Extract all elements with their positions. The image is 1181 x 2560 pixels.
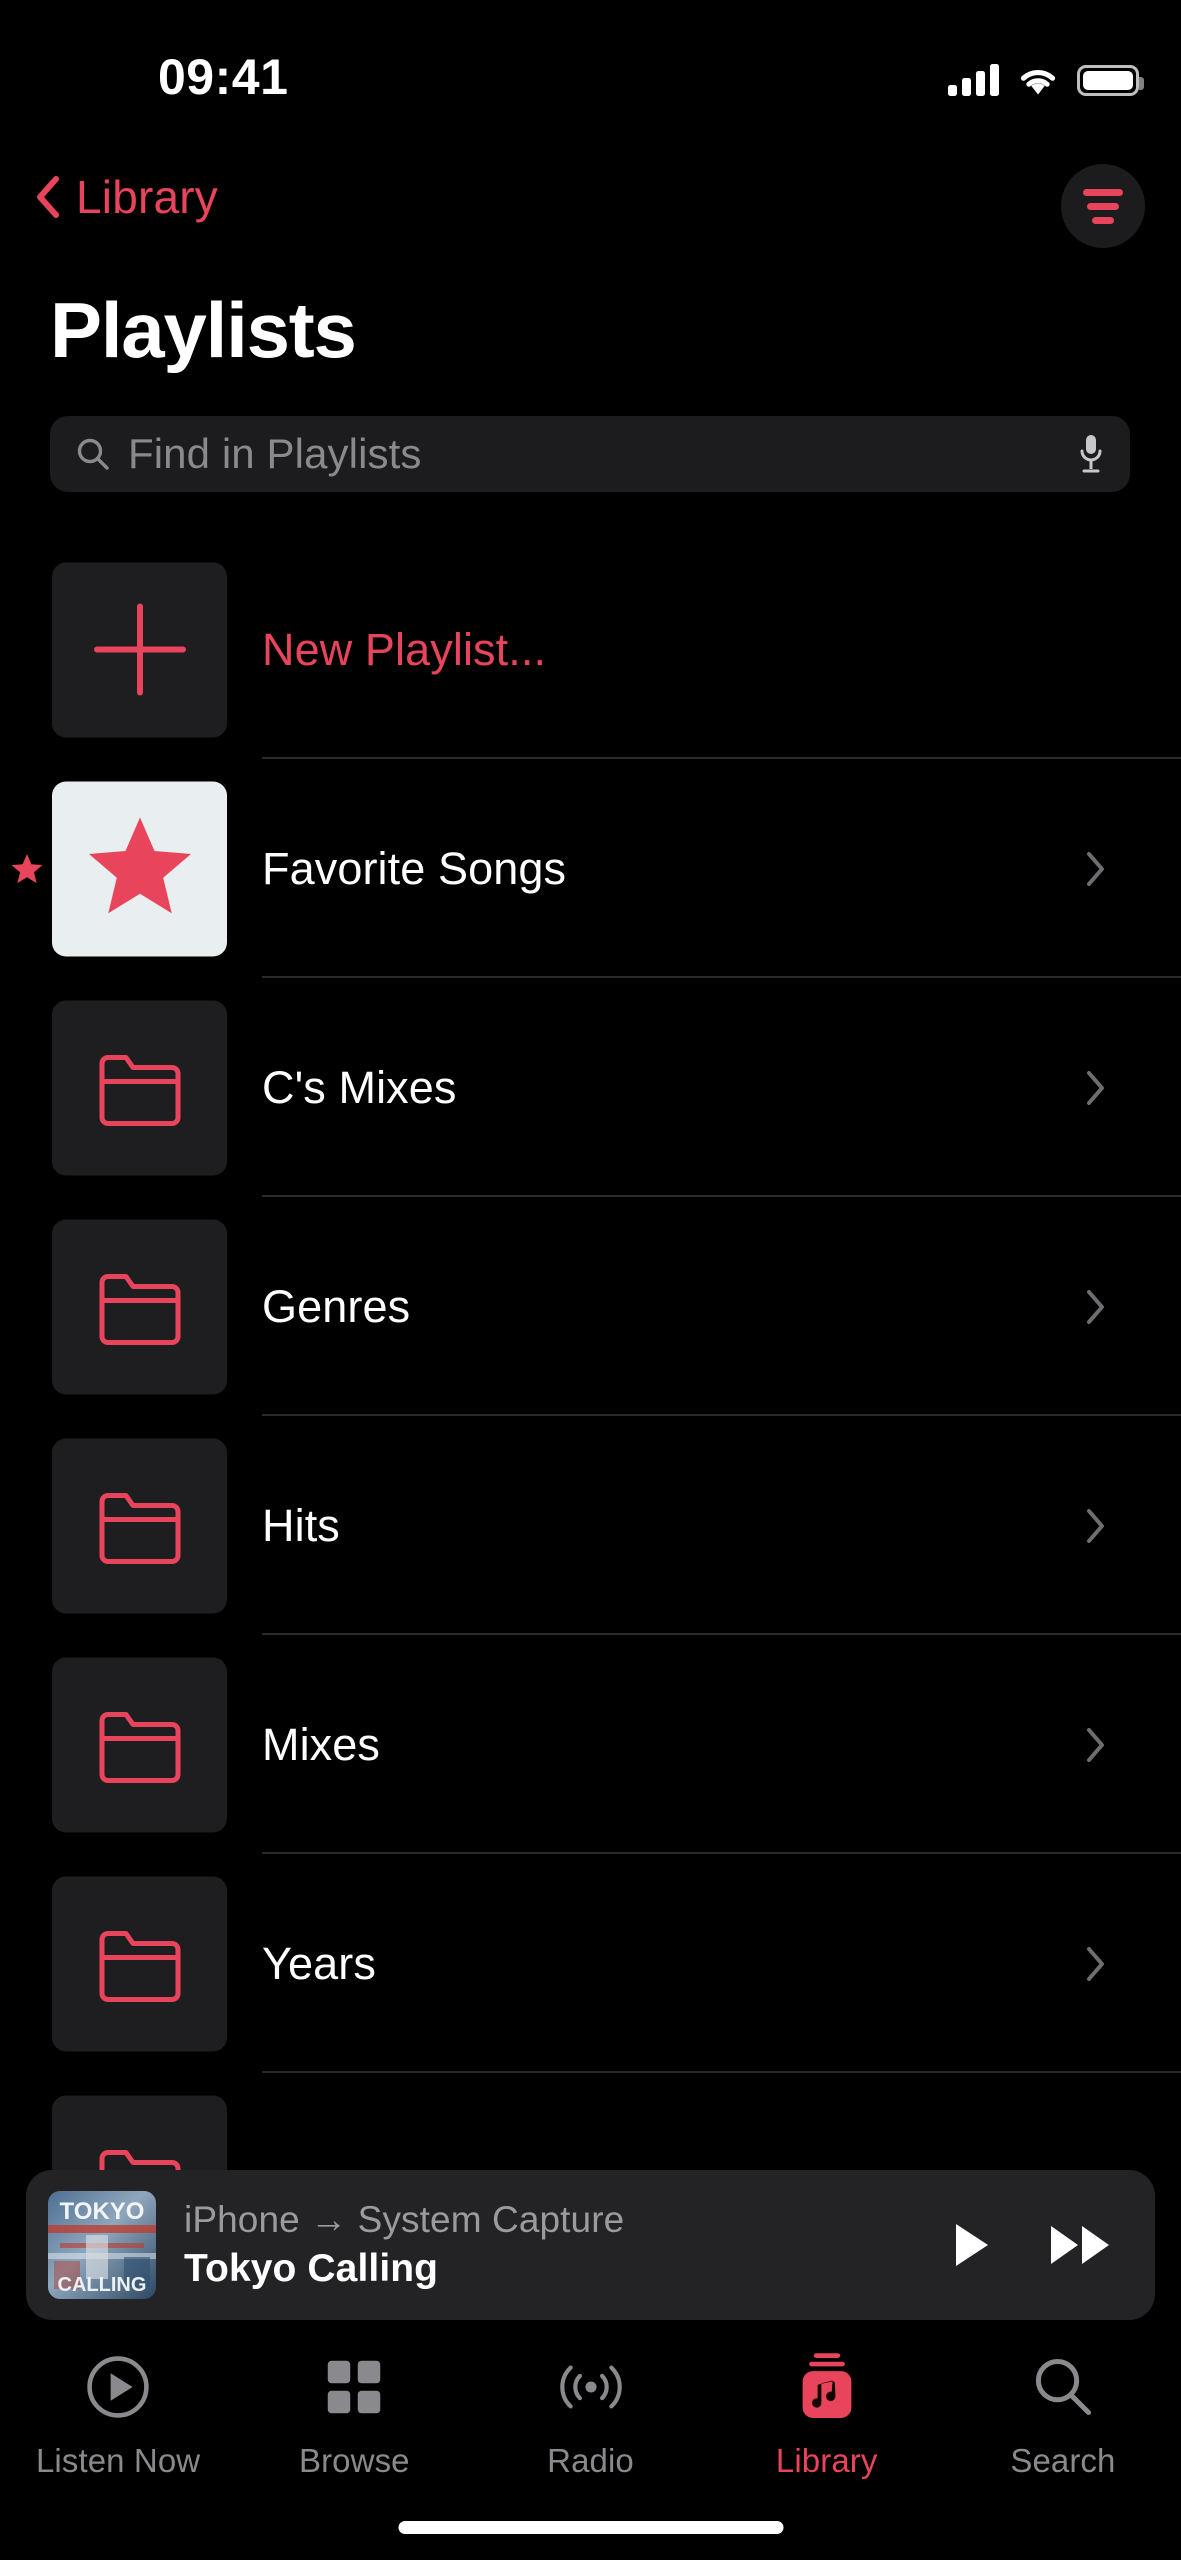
now-playing-route: iPhone → System Capture (184, 2199, 625, 2240)
fast-forward-button[interactable] (1049, 2221, 1113, 2269)
folder-icon (92, 1256, 188, 1357)
folder-icon (92, 1913, 188, 2014)
play-circle-icon (85, 2346, 151, 2428)
home-indicator[interactable] (398, 2521, 783, 2534)
search-input-placeholder[interactable]: Find in Playlists (128, 430, 421, 478)
svg-text:TOKYO: TOKYO (60, 2198, 145, 2225)
now-playing-artwork[interactable]: TOKYO CALLING (48, 2191, 156, 2299)
list-item[interactable]: Years (0, 1854, 1181, 2073)
playlists-list: New Playlist... Favorite Songs C's Mixes… (0, 540, 1181, 2292)
tab-listen-now[interactable]: Listen Now (0, 2346, 236, 2480)
list-item[interactable]: Favorite Songs (0, 759, 1181, 978)
sort-filter-button[interactable] (1061, 164, 1145, 248)
status-bar-time: 09:41 (158, 49, 289, 105)
playlist-artwork (52, 1219, 227, 1394)
status-bar: 09:41 (0, 0, 1181, 148)
playlist-artwork (52, 1438, 227, 1613)
list-item-label: New Playlist... (262, 623, 547, 675)
back-button[interactable]: Library (34, 170, 218, 224)
tab-label: Listen Now (35, 2442, 201, 2479)
tab-browse[interactable]: Browse (236, 2346, 472, 2480)
now-playing-track-title: Tokyo Calling (184, 2247, 439, 2290)
plus-icon (93, 603, 186, 696)
status-bar-indicators (948, 52, 1144, 96)
now-playing-controls (951, 2221, 1133, 2269)
page-title: Playlists (50, 286, 357, 374)
list-item-label: Genres (262, 1280, 411, 1332)
tab-search[interactable]: Search (945, 2346, 1181, 2480)
back-button-label: Library (76, 171, 219, 223)
sort-filter-icon-line-3 (1092, 216, 1114, 224)
music-library-icon (797, 2346, 857, 2428)
play-button[interactable] (951, 2221, 991, 2269)
search-icon (76, 437, 110, 471)
tab-label: Browse (298, 2442, 410, 2479)
wifi-icon (1017, 65, 1059, 96)
list-item-label: Mixes (262, 1718, 381, 1770)
list-item[interactable]: C's Mixes (0, 978, 1181, 1197)
search-field[interactable]: Find in Playlists (50, 416, 1130, 492)
iphone-screen: 09:41 Library Playlists Find in Playlist… (0, 0, 1181, 2560)
svg-text:CALLING: CALLING (58, 2274, 147, 2296)
chevron-right-icon (1086, 1508, 1106, 1544)
list-item[interactable]: New Playlist... (0, 540, 1181, 759)
tab-label: Library (775, 2442, 878, 2479)
search-icon (1032, 2346, 1094, 2428)
list-item-label: Hits (262, 1499, 340, 1551)
battery-full-icon (1077, 65, 1144, 96)
playlist-artwork (52, 1000, 227, 1175)
playlist-artwork (52, 781, 227, 956)
now-playing-text: iPhone → System Capture Tokyo Calling (184, 2199, 624, 2291)
tab-radio[interactable]: Radio (472, 2346, 708, 2480)
list-item[interactable]: Mixes (0, 1635, 1181, 1854)
chevron-left-icon (34, 175, 60, 219)
grid-squares-icon (324, 2346, 384, 2428)
sort-filter-icon-line-2 (1087, 202, 1119, 210)
navigation-bar: Library (0, 160, 1181, 260)
chevron-right-icon (1086, 1946, 1106, 1982)
chevron-right-icon (1086, 1070, 1106, 1106)
now-playing-bar[interactable]: TOKYO CALLING iPhone → System Capture To… (26, 2170, 1155, 2320)
list-item-label: C's Mixes (262, 1061, 457, 1113)
playlist-artwork (52, 1657, 227, 1832)
sort-filter-icon-line-1 (1083, 188, 1123, 196)
star-icon (85, 811, 195, 926)
chevron-right-icon (1086, 1289, 1106, 1325)
chevron-right-icon (1086, 851, 1106, 887)
list-item-label: Years (262, 1937, 376, 1989)
pinned-star-icon (10, 852, 44, 886)
playlist-artwork (52, 562, 227, 737)
folder-icon (92, 1475, 188, 1576)
tab-label: Search (1010, 2442, 1116, 2479)
list-item[interactable]: Hits (0, 1416, 1181, 1635)
tab-library[interactable]: Library (709, 2346, 945, 2480)
tab-bar: Listen Now Browse Radio Library Search (0, 2320, 1181, 2560)
folder-icon (92, 1694, 188, 1795)
cellular-signal-icon (948, 64, 999, 96)
tab-label: Radio (547, 2442, 634, 2479)
playlist-artwork (52, 1876, 227, 2051)
microphone-icon[interactable] (1078, 433, 1104, 475)
broadcast-waves-icon (554, 2346, 628, 2428)
folder-icon (92, 1037, 188, 1138)
chevron-right-icon (1086, 1727, 1106, 1763)
list-item-label: Favorite Songs (262, 842, 567, 894)
list-item[interactable]: Genres (0, 1197, 1181, 1416)
